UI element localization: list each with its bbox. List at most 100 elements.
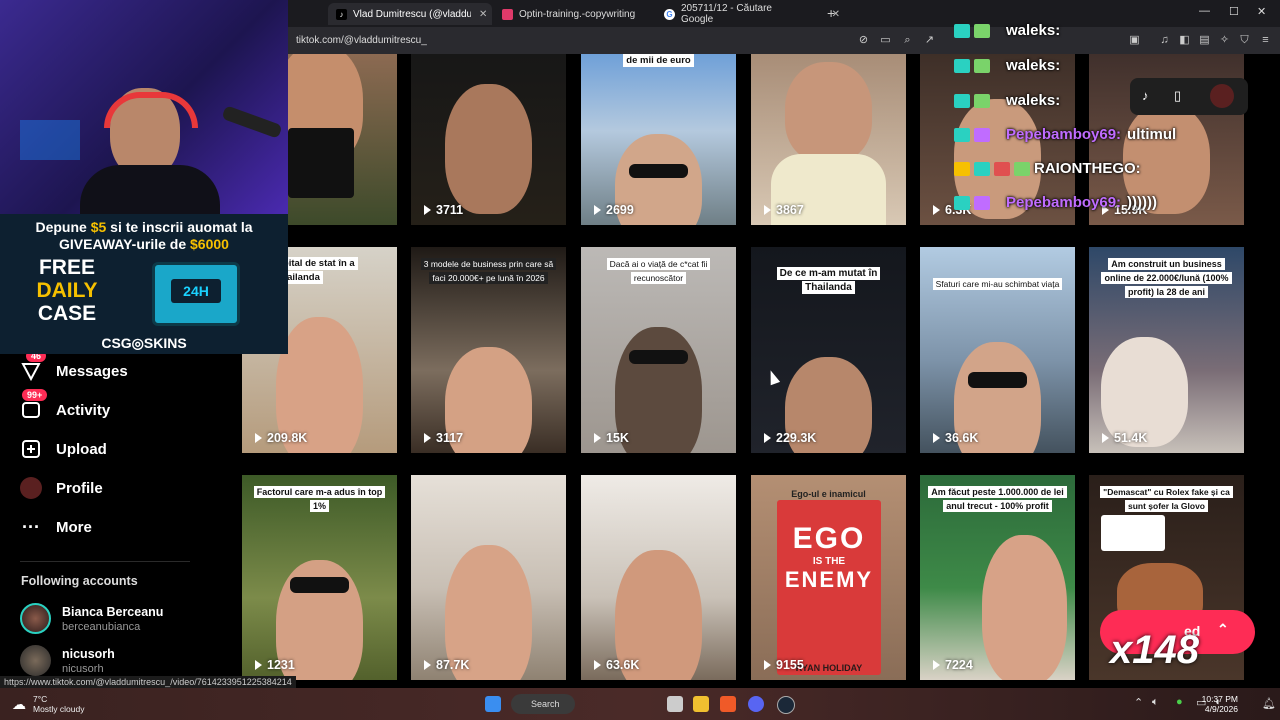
video-tile[interactable]: Ego-ul e inamicul EGO IS THE ENEMY RYAN … — [751, 475, 906, 680]
tab-optin[interactable]: Optin-training.-copywriting — [494, 3, 654, 25]
video-tile[interactable]: 3 modele de business prin care să faci 2… — [411, 247, 566, 453]
account-item[interactable]: Bianca Berceanu berceanubianca — [20, 603, 163, 634]
video-tile[interactable]: Am construit un business online de 22.00… — [1089, 247, 1244, 453]
nav-upload[interactable]: Upload — [20, 438, 107, 460]
video-caption: Sfaturi care mi-au schimbat viața — [928, 277, 1067, 291]
avatar — [20, 603, 51, 634]
view-count: 9155 — [764, 658, 804, 672]
play-icon — [933, 660, 940, 670]
screen-icon[interactable]: ▭ — [879, 34, 892, 47]
nav-activity[interactable]: 99+ Activity — [20, 389, 111, 421]
view-count: 7224 — [933, 658, 973, 672]
nav-messages[interactable]: 46 Messages — [20, 350, 128, 382]
video-caption: Factorul care m-a adus în top 1% — [250, 485, 389, 513]
avatar[interactable] — [1210, 84, 1234, 108]
chat-screenshot — [1101, 515, 1165, 551]
close-window-icon[interactable]: ✕ — [1257, 5, 1266, 18]
video-tile[interactable]: 63.6K — [581, 475, 736, 680]
person-thumbnail — [982, 535, 1068, 680]
brave-icon[interactable] — [720, 696, 736, 712]
video-tile[interactable]: Factorul care m-a adus în top 1% 1231 — [242, 475, 397, 680]
video-caption: Am construit un business online de 22.00… — [1097, 257, 1236, 299]
nav-profile[interactable]: Profile — [20, 477, 103, 499]
chat-message: waleks: — [954, 57, 1066, 74]
sponsor-banner: Depune $5 si te inscrii auomat la GIVEAW… — [0, 214, 288, 354]
activity-badge: 99+ — [22, 389, 48, 401]
video-tile[interactable]: Am făcut peste 1.000.000 de lei anul tre… — [920, 475, 1075, 680]
new-tab-button[interactable]: + — [827, 5, 835, 21]
crown-icon — [954, 161, 970, 176]
play-icon — [594, 433, 601, 443]
video-tile[interactable]: De ce m-am mutat în Thailanda 229.3K — [751, 247, 906, 453]
video-tile[interactable]: Dacă ai o viață de c*cat fii recunoscăto… — [581, 247, 736, 453]
nav-label: Profile — [56, 479, 103, 497]
microphone — [221, 105, 283, 139]
microphone-icon[interactable]: ● — [1176, 696, 1183, 708]
sub-badge-icon — [974, 93, 990, 108]
account-handle: berceanubianca — [62, 620, 141, 633]
tab-title: Optin-training.-copywriting — [519, 8, 636, 20]
sidebar-icon[interactable]: ◧ — [1178, 34, 1191, 47]
tab-tiktok[interactable]: ♪ Vlad Dumitrescu (@vladdumitre ✕ — [328, 3, 492, 25]
no-tracking-icon[interactable]: ⊘ — [857, 34, 870, 47]
taskbar-search[interactable]: Search — [511, 694, 575, 714]
account-item[interactable]: nicusorh nicusorh — [20, 645, 115, 676]
account-name: nicusorh — [62, 646, 115, 661]
shield-icon[interactable]: ⛉ — [1238, 34, 1251, 47]
start-icon[interactable] — [485, 696, 501, 712]
play-icon — [764, 433, 771, 443]
weather-icon[interactable]: ☁ — [12, 696, 26, 713]
url-text[interactable]: tiktok.com/@vladdumitrescu_ — [296, 35, 427, 46]
minimize-icon[interactable]: — — [1199, 5, 1210, 17]
wallet-icon[interactable]: ▤ — [1198, 34, 1211, 47]
file-explorer-icon[interactable] — [693, 696, 709, 712]
nav-label: Activity — [56, 401, 111, 419]
promo-line1: Depune $5 si te inscrii auomat la — [35, 219, 253, 235]
discord-icon[interactable] — [748, 696, 764, 712]
webcam-overlay — [0, 0, 288, 214]
sponsor-brand: CSG◎SKINS — [101, 335, 187, 351]
view-count: 3117 — [424, 431, 463, 445]
view-count: 3711 — [424, 203, 463, 217]
tray-chevron-icon[interactable]: ⌃ — [1134, 696, 1143, 709]
scroll-top-icon[interactable]: ⌃ — [1217, 621, 1229, 638]
notifications-icon[interactable]: 🔔︎ — [1262, 697, 1276, 710]
view-count: 1231 — [255, 658, 295, 672]
ai-icon[interactable]: ✧ — [1218, 34, 1231, 47]
view-count: 209.8K — [255, 431, 307, 445]
video-tile[interactable]: 3711 — [411, 54, 566, 225]
tiktok-icon[interactable]: ♪ — [1142, 88, 1149, 103]
video-tile[interactable]: 3867 — [751, 54, 906, 225]
nav-label: Upload — [56, 440, 107, 458]
badge-icon — [974, 161, 990, 176]
floating-toolbar: ♪ ▯ — [1130, 78, 1248, 115]
sunglasses — [629, 164, 688, 178]
book-cover: EGO IS THE ENEMY RYAN HOLIDAY — [777, 500, 881, 675]
phone-icon[interactable]: ▯ — [1174, 88, 1181, 104]
video-tile[interactable]: 87.7K — [411, 475, 566, 680]
close-icon[interactable]: ✕ — [479, 9, 487, 20]
system-clock[interactable]: 10:37 PM 4/9/2026 — [1202, 694, 1238, 714]
video-caption: Dacă ai o viață de c*cat fii recunoscăto… — [589, 257, 728, 285]
share-icon[interactable]: ↗ — [923, 34, 936, 47]
sunglasses — [290, 577, 349, 593]
extension-icon[interactable]: ▣ — [1128, 34, 1141, 47]
steam-icon[interactable] — [777, 696, 795, 714]
menu-icon[interactable]: ≡ — [1259, 34, 1272, 47]
maximize-icon[interactable]: ☐ — [1229, 5, 1239, 18]
video-tile[interactable]: de mii de euro 2699 — [581, 54, 736, 225]
video-caption: 3 modele de business prin care să faci 2… — [419, 257, 558, 285]
video-caption: Ego-ul e inamicul — [791, 489, 866, 499]
sub-badge-icon — [974, 195, 990, 210]
nav-more[interactable]: ··· More — [20, 516, 92, 538]
sub-badge-icon — [994, 161, 1010, 176]
chat-message: RAIONTHEGO: — [954, 160, 1147, 177]
zoom-icon[interactable]: ⌕ — [901, 34, 914, 47]
music-icon[interactable]: ♫ — [1158, 34, 1171, 47]
speaker-icon[interactable]: 🔈︎ — [1152, 696, 1159, 709]
tab-google[interactable]: G 205711/12 - Căutare Google ✕ — [656, 3, 840, 25]
video-tile[interactable]: Sfaturi care mi-au schimbat viața 36.6K — [920, 247, 1075, 453]
nav-label: More — [56, 518, 92, 536]
task-view-icon[interactable] — [667, 696, 683, 712]
weather-widget[interactable]: 7°C Mostly cloudy — [33, 694, 85, 714]
